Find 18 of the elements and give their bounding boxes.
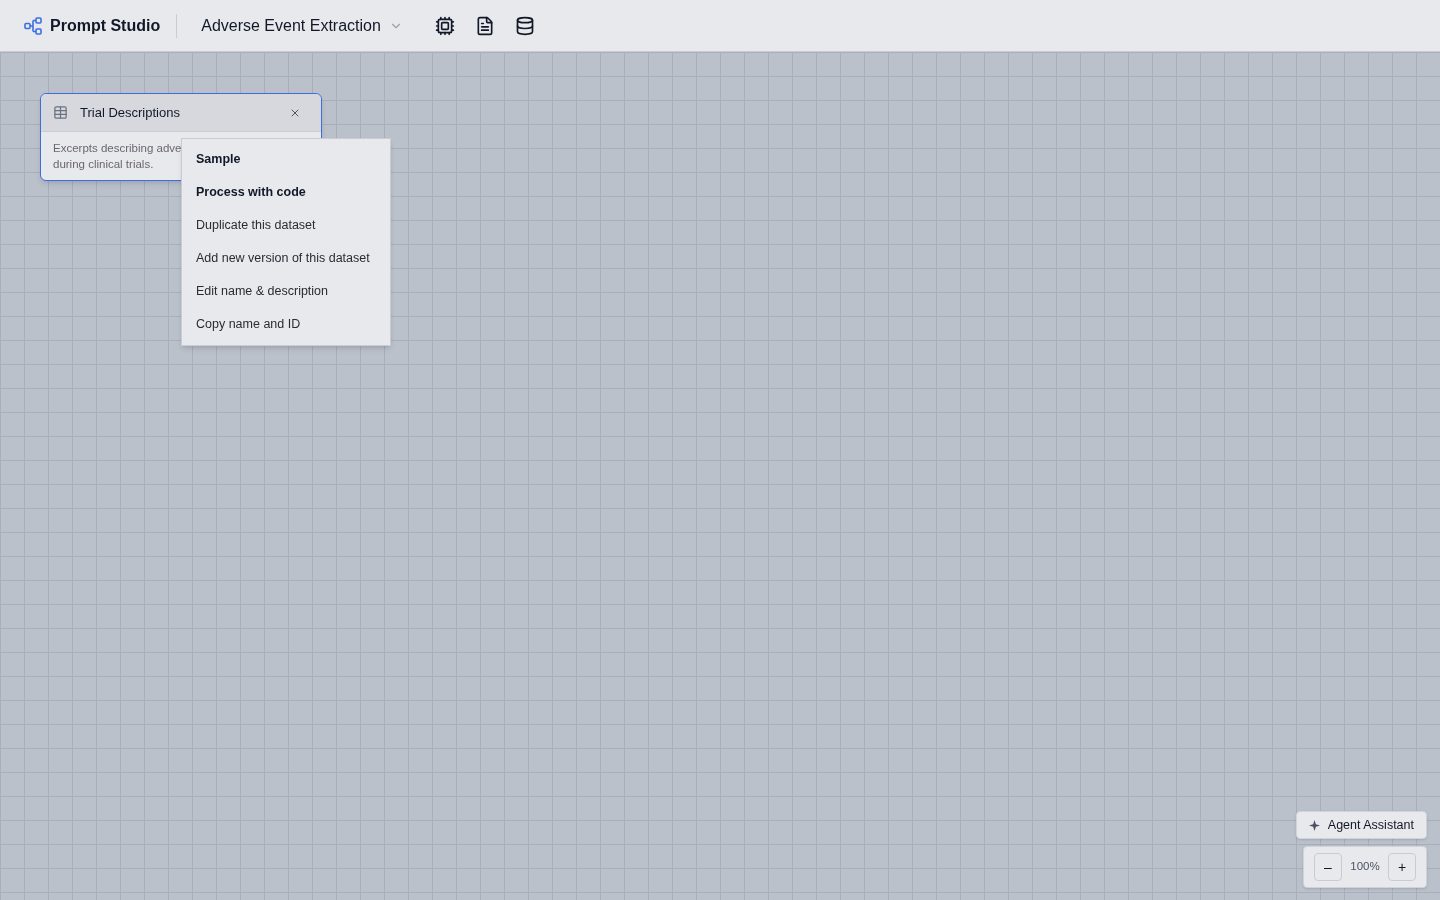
- app-name: Prompt Studio: [50, 15, 161, 36]
- menu-item[interactable]: Copy name and ID: [182, 308, 390, 341]
- menu-item[interactable]: Duplicate this dataset: [182, 209, 390, 242]
- network-icon: [24, 16, 42, 35]
- node-title: Trial Descriptions: [80, 103, 180, 122]
- menu-item[interactable]: Add new version of this dataset: [182, 242, 390, 275]
- table-icon: [53, 105, 68, 120]
- node-description: during clinical trials.: [53, 157, 154, 172]
- sparkle-icon: [1308, 819, 1320, 831]
- zoom-level: 100%: [1350, 859, 1380, 875]
- project-selector[interactable]: Adverse Event Extraction: [193, 13, 411, 38]
- node-description: Excerpts describing adve: [53, 141, 182, 156]
- zoom-out-button[interactable]: –: [1314, 853, 1342, 881]
- chip-icon[interactable]: [434, 15, 455, 36]
- menu-item[interactable]: Edit name & description: [182, 275, 390, 308]
- database-icon[interactable]: [514, 15, 535, 36]
- assistant-button[interactable]: Agent Assistant: [1295, 811, 1427, 839]
- zoom-in-button[interactable]: +: [1388, 853, 1416, 881]
